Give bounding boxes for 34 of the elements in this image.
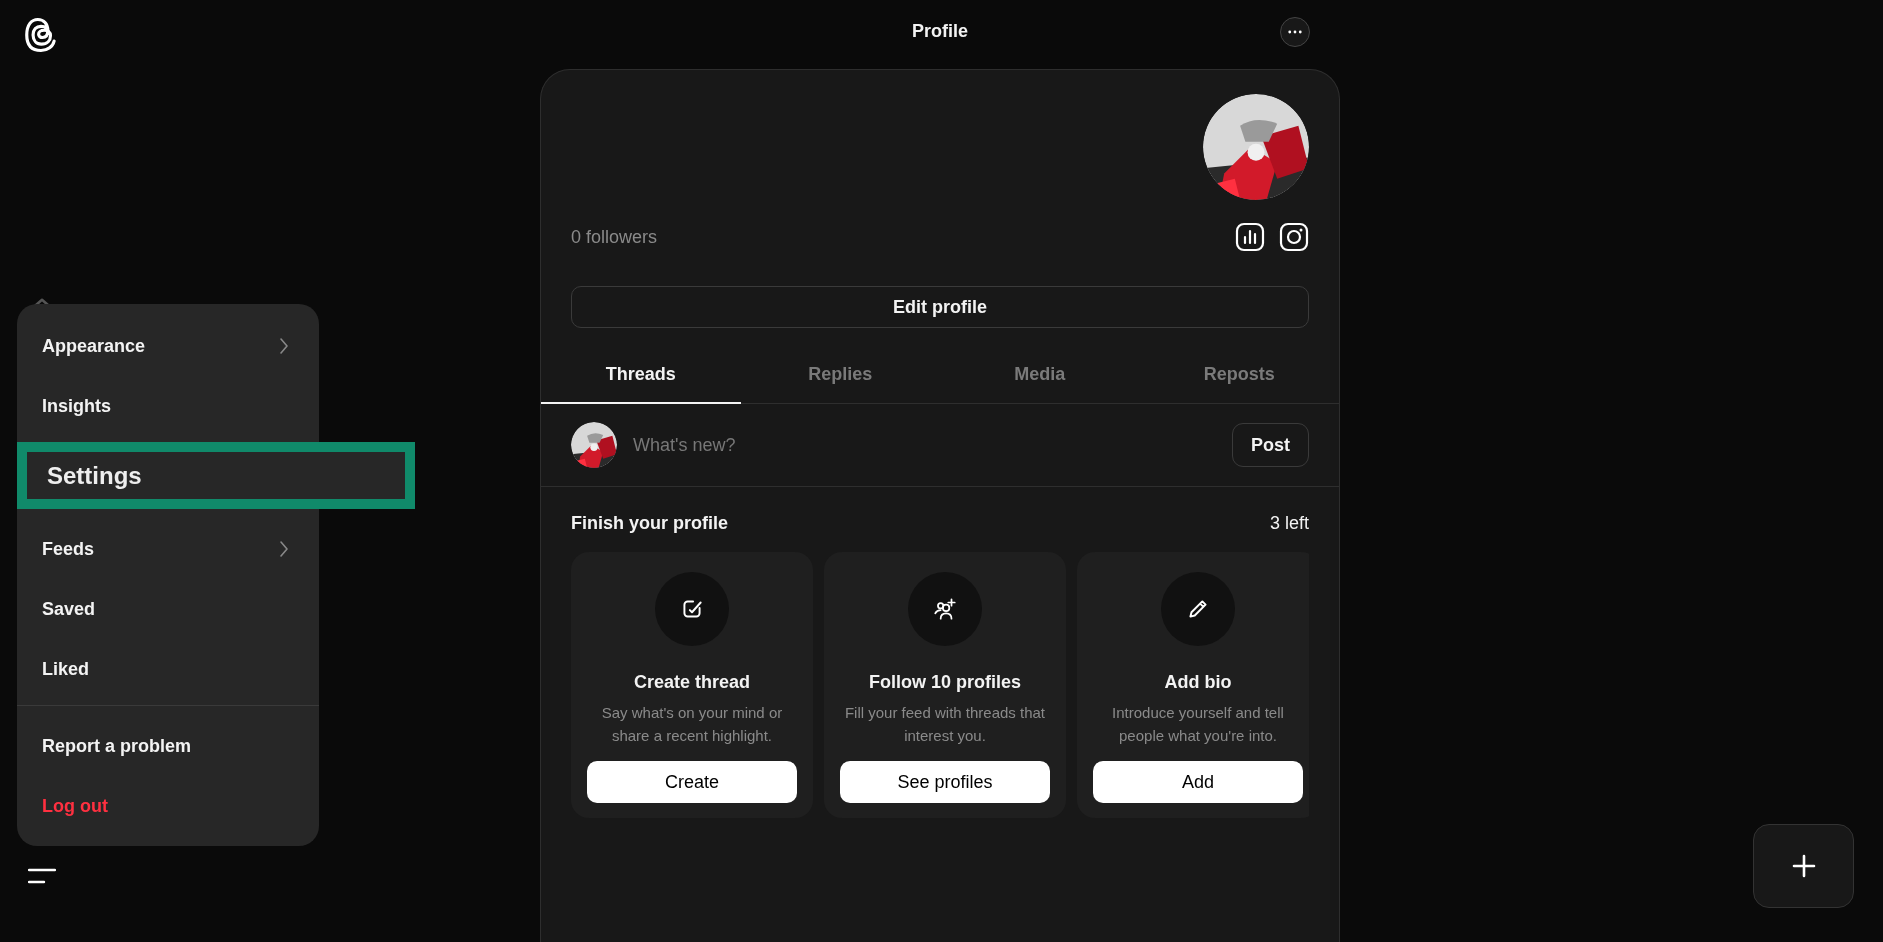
card-title: Follow 10 profiles: [869, 672, 1021, 693]
more-icon: [1288, 29, 1302, 34]
card-button[interactable]: See profiles: [840, 761, 1050, 803]
menu-item[interactable]: Appearance: [42, 335, 146, 357]
compose-field[interactable]: What's new?: [631, 433, 1218, 457]
menu-item[interactable]: Saved: [42, 598, 96, 620]
card-button[interactable]: Create: [587, 761, 797, 803]
followers-count[interactable]: 0 followers: [571, 226, 658, 248]
profile-tab[interactable]: Reposts: [1139, 346, 1339, 404]
page-title: Profile: [911, 21, 969, 42]
instagram-icon[interactable]: [1279, 222, 1309, 252]
profile-tab[interactable]: Replies: [740, 346, 940, 404]
card-title: Add bio: [1164, 672, 1232, 693]
menu-item[interactable]: Settings: [27, 452, 405, 499]
menu-item[interactable]: Liked: [42, 658, 89, 680]
card-title: Create thread: [633, 672, 750, 693]
menu-item[interactable]: Feeds: [42, 538, 95, 560]
post-button[interactable]: Post: [1232, 423, 1309, 467]
profile-tab[interactable]: Media: [940, 346, 1140, 404]
more-button[interactable]: [1280, 16, 1310, 47]
card-description: Introduce yourself and tell people what you're into.: [1111, 703, 1285, 746]
section-title: Finish your profile: [571, 513, 728, 534]
menu-icon[interactable]: [28, 867, 56, 885]
bar-chart-icon[interactable]: [1235, 222, 1265, 252]
card-description: Say what's on your mind or share a recent highlight.: [600, 703, 784, 746]
edit-profile-button[interactable]: Edit profile: [571, 286, 1309, 328]
card-description: Fill your feed with threads that interest you.: [843, 703, 1047, 746]
remaining-count: 3 left: [1269, 513, 1309, 534]
plus-icon: [1791, 854, 1816, 878]
profile-tab[interactable]: Threads: [541, 346, 741, 404]
card-button[interactable]: Add: [1093, 761, 1303, 803]
menu-item[interactable]: Log out: [42, 795, 108, 817]
menu-item[interactable]: Insights: [42, 395, 111, 417]
menu-item[interactable]: Report a problem: [42, 735, 192, 757]
